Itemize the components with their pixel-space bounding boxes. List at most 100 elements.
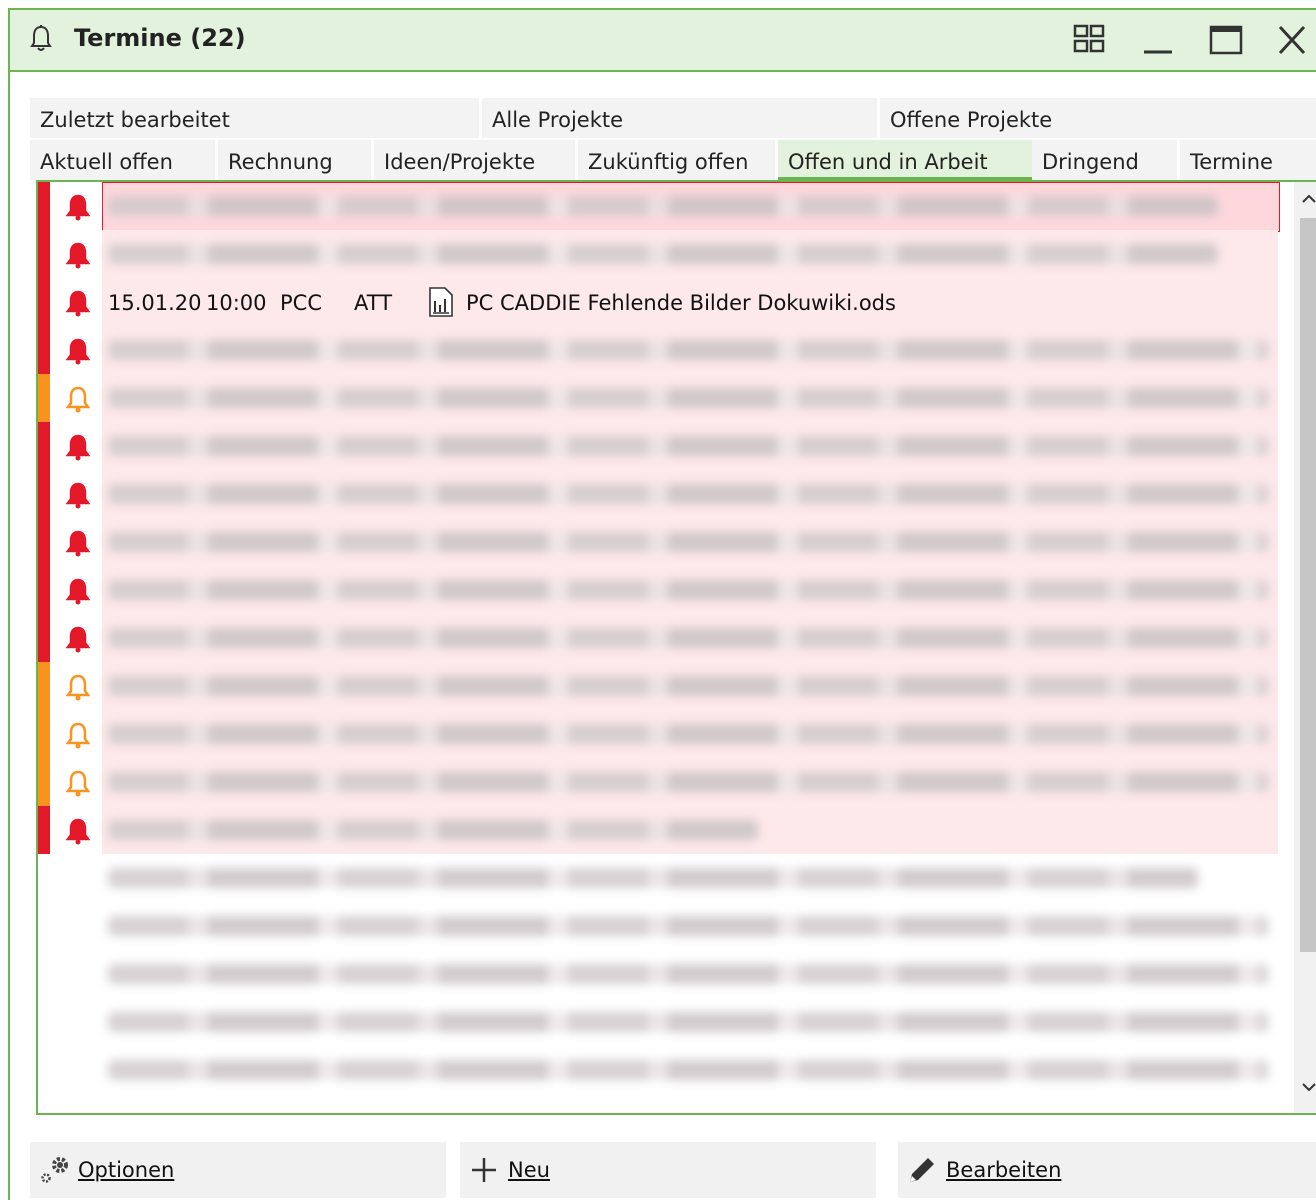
bell-filled-icon bbox=[66, 290, 90, 317]
bell-filled-icon bbox=[66, 482, 90, 509]
tab-label: Zuletzt bearbeitet bbox=[40, 108, 230, 132]
redacted-row-content bbox=[108, 964, 1268, 984]
priority-marker bbox=[38, 758, 50, 806]
gear-icon bbox=[41, 1157, 68, 1183]
list-item[interactable] bbox=[38, 422, 1278, 470]
tab-label: Offene Projekte bbox=[890, 108, 1053, 132]
redacted-row-content bbox=[108, 772, 1268, 792]
tab-zukuenftig-offen[interactable]: Zukünftig offen bbox=[578, 140, 776, 180]
chevron-up-icon[interactable] bbox=[1301, 192, 1316, 204]
priority-marker bbox=[38, 806, 50, 854]
row-filename: PC CADDIE Fehlende Bilder Dokuwiki.ods bbox=[466, 291, 896, 315]
redacted-row-content bbox=[108, 244, 1218, 264]
redacted-row-content bbox=[108, 820, 758, 840]
priority-marker bbox=[38, 230, 50, 278]
list-item[interactable] bbox=[38, 326, 1278, 374]
chevron-down-icon[interactable] bbox=[1301, 1082, 1316, 1094]
list-item[interactable] bbox=[38, 902, 1278, 950]
redacted-row-content bbox=[108, 676, 1268, 696]
tab-label: Ideen/Projekte bbox=[384, 150, 536, 174]
options-button[interactable]: Optionen bbox=[30, 1142, 446, 1198]
list-item[interactable] bbox=[38, 374, 1278, 422]
priority-marker bbox=[38, 470, 50, 518]
termine-window: Termine (22) Zuletzt bearbeitet Alle Pro… bbox=[8, 8, 1316, 1200]
list-item[interactable] bbox=[38, 518, 1278, 566]
tab-ideen-projekte[interactable]: Ideen/Projekte bbox=[374, 140, 576, 180]
row-date: 15.01.20 bbox=[108, 291, 202, 315]
priority-marker bbox=[38, 662, 50, 710]
redacted-row-content bbox=[108, 724, 1268, 744]
list-item[interactable] bbox=[38, 710, 1278, 758]
redacted-row-content bbox=[108, 1012, 1268, 1032]
edit-button[interactable]: Bearbeiten bbox=[898, 1142, 1316, 1198]
tab-dringend[interactable]: Dringend bbox=[1032, 140, 1178, 180]
redacted-row-content bbox=[108, 868, 1198, 888]
list-item[interactable] bbox=[38, 614, 1278, 662]
list-item[interactable] bbox=[38, 662, 1278, 710]
list-item[interactable] bbox=[38, 230, 1278, 278]
tab-zuletzt-bearbeitet[interactable]: Zuletzt bearbeitet bbox=[30, 98, 480, 138]
bell-outline-icon bbox=[66, 674, 90, 701]
row-code1: PCC bbox=[280, 291, 322, 315]
priority-marker bbox=[38, 374, 50, 422]
bell-outline-icon bbox=[66, 386, 90, 413]
redacted-row-content bbox=[108, 196, 1218, 216]
tab-offen-und-in-arbeit[interactable]: Offen und in Arbeit bbox=[778, 140, 1034, 180]
bell-outline-icon bbox=[66, 722, 90, 749]
priority-marker bbox=[38, 182, 50, 230]
bell-outline-icon bbox=[30, 25, 52, 51]
tab-rechnung[interactable]: Rechnung bbox=[218, 140, 372, 180]
list-item[interactable] bbox=[38, 758, 1278, 806]
plus-icon bbox=[472, 1158, 496, 1182]
redacted-row-content bbox=[108, 628, 1268, 648]
layout-grid-icon[interactable] bbox=[1070, 22, 1110, 58]
list-item[interactable]: 15.01.20 10:00 PCC ATT PC CADDIE Fehlende Bi… bbox=[38, 278, 1278, 326]
new-button[interactable]: Neu bbox=[460, 1142, 876, 1198]
bell-filled-icon bbox=[66, 530, 90, 557]
bell-filled-icon bbox=[66, 242, 90, 269]
priority-marker bbox=[38, 278, 50, 326]
vertical-scrollbar[interactable] bbox=[1294, 182, 1316, 1113]
bell-filled-icon bbox=[66, 194, 90, 221]
list-item[interactable] bbox=[38, 806, 1278, 854]
appointment-list[interactable]: 15.01.20 10:00 PCC ATT PC CADDIE Fehlende Bi… bbox=[36, 180, 1316, 1115]
tab-alle-projekte[interactable]: Alle Projekte bbox=[482, 98, 878, 138]
close-icon[interactable] bbox=[1272, 22, 1312, 58]
row-time: 10:00 bbox=[206, 291, 267, 315]
scrollbar-thumb[interactable] bbox=[1300, 218, 1316, 952]
redacted-row-content bbox=[108, 340, 1268, 360]
redacted-row-content bbox=[108, 916, 1268, 936]
list-item[interactable] bbox=[38, 998, 1278, 1046]
options-label: Optionen bbox=[78, 1158, 175, 1182]
title-bar: Termine (22) bbox=[10, 10, 1316, 72]
redacted-row-content bbox=[108, 388, 1268, 408]
list-item[interactable] bbox=[38, 182, 1280, 232]
tab-aktuell-offen[interactable]: Aktuell offen bbox=[30, 140, 216, 180]
maximize-icon[interactable] bbox=[1206, 22, 1246, 58]
bell-filled-icon bbox=[66, 434, 90, 461]
window-title: Termine (22) bbox=[74, 24, 246, 52]
row-code2: ATT bbox=[354, 291, 393, 315]
redacted-row-content bbox=[108, 484, 1268, 504]
priority-marker bbox=[38, 710, 50, 758]
priority-marker bbox=[38, 518, 50, 566]
list-item[interactable] bbox=[38, 566, 1278, 614]
bell-outline-icon bbox=[66, 770, 90, 797]
tab-row-bottom: Aktuell offen Rechnung Ideen/Projekte Zu… bbox=[30, 140, 1316, 180]
tab-label: Aktuell offen bbox=[40, 150, 173, 174]
tab-offene-projekte[interactable]: Offene Projekte bbox=[880, 98, 1316, 138]
tab-label: Dringend bbox=[1042, 150, 1139, 174]
list-item[interactable] bbox=[38, 854, 1278, 902]
bell-filled-icon bbox=[66, 626, 90, 653]
redacted-row-content bbox=[108, 532, 1268, 552]
bell-filled-icon bbox=[66, 818, 90, 845]
list-item[interactable] bbox=[38, 470, 1278, 518]
bell-filled-icon bbox=[66, 578, 90, 605]
priority-marker bbox=[38, 614, 50, 662]
tab-termine[interactable]: Termine bbox=[1180, 140, 1316, 180]
minimize-icon[interactable] bbox=[1138, 22, 1178, 58]
priority-marker bbox=[38, 566, 50, 614]
list-item[interactable] bbox=[38, 1046, 1278, 1094]
bell-filled-icon bbox=[66, 338, 90, 365]
list-item[interactable] bbox=[38, 950, 1278, 998]
